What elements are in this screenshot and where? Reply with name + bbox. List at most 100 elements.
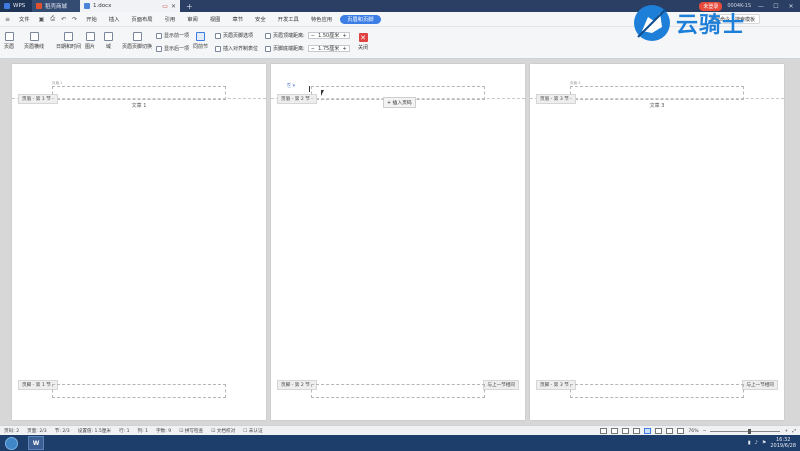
same-as-previous-button[interactable]: 同前节 — [193, 32, 208, 50]
window-close-icon[interactable]: ✕ — [786, 3, 796, 10]
status-section: 节: 2/3 — [54, 428, 70, 434]
menu-hamburger-icon[interactable]: ≡ — [2, 16, 13, 23]
menu-special[interactable]: 特色应用 — [305, 12, 338, 27]
switch-label: 页眉页脚切换 — [122, 44, 153, 50]
fullscreen-icon[interactable]: ⤢ — [792, 428, 796, 434]
tray-volume-icon[interactable]: ♪ — [755, 440, 758, 446]
footer-bottom-distance: 页脚底端距离: − 1.75厘米 + — [265, 45, 350, 52]
switch-header-footer-button[interactable]: 页眉页脚切换 — [122, 32, 152, 50]
certification-button[interactable]: ☐ 未认证 — [243, 428, 262, 434]
header-line-label: 页眉横线 — [24, 44, 45, 50]
menu-file[interactable]: 文件 — [13, 12, 36, 27]
show-previous-button[interactable]: 显示前一项 — [156, 32, 189, 39]
start-button-icon[interactable] — [5, 436, 18, 450]
tab-wps[interactable]: WPS — [0, 0, 32, 12]
page-1[interactable]: 页眉-1 页眉 - 第 1 节 - 文章 1 页脚 - 第 1 节 - — [12, 64, 266, 420]
spin-plus-icon[interactable]: + — [342, 33, 346, 39]
menu-review[interactable]: 审阅 — [181, 12, 204, 27]
zoom-slider[interactable] — [710, 428, 781, 434]
taskbar-wps-button[interactable]: W — [28, 436, 44, 450]
status-word-count[interactable]: 字数: 9 — [156, 428, 171, 434]
view-read-icon[interactable] — [666, 428, 674, 434]
tab-close-icon[interactable]: ✕ — [171, 3, 176, 10]
show-next-label: 显示后一项 — [164, 46, 190, 52]
view-web-icon[interactable] — [655, 428, 663, 434]
menu-view[interactable]: 视图 — [204, 12, 227, 27]
field-button[interactable]: 域 — [104, 32, 113, 50]
close-icon: ✕ — [358, 33, 368, 42]
picture-button[interactable]: 图片 — [85, 32, 95, 50]
tab-document-label: 1.docx — [93, 3, 112, 9]
spin-minus-icon[interactable]: − — [311, 33, 315, 39]
header-icon — [4, 32, 14, 41]
doc-proofread-button[interactable]: ☑ 文档校对 — [211, 428, 235, 434]
quick-print-icon[interactable]: ⎙ — [47, 15, 58, 23]
header-text: 文章 3 — [649, 103, 665, 109]
header-top-input[interactable]: − 1.50厘米 + — [307, 32, 350, 39]
quick-redo-icon[interactable]: ↷ — [69, 16, 80, 23]
footer-area[interactable] — [52, 384, 226, 398]
same-as-previous-tag: 与上一节相同 — [742, 380, 778, 390]
picture-icon — [85, 32, 95, 41]
spin-minus-icon[interactable]: − — [311, 46, 315, 52]
zoom-level[interactable]: 76% — [688, 429, 698, 434]
certification-label: 未认证 — [248, 428, 263, 434]
menu-insert[interactable]: 插入 — [103, 12, 126, 27]
view-focus-icon[interactable] — [633, 428, 641, 434]
view-eye-icon[interactable] — [600, 428, 608, 434]
zoom-in-icon[interactable]: + — [784, 429, 788, 434]
spin-plus-icon[interactable]: + — [342, 46, 346, 52]
show-next-button[interactable]: 显示后一项 — [156, 45, 189, 52]
tab-wps-label: WPS — [13, 3, 26, 9]
hf-options-label: 页眉页脚选项 — [223, 33, 254, 39]
same-as-previous-tag: 与上一节相同 — [483, 380, 519, 390]
calendar-icon — [64, 32, 73, 41]
close-header-footer-button[interactable]: ✕ 关闭 — [358, 33, 368, 51]
date-time-label: 日期和时间 — [56, 44, 82, 50]
tab-restore-icon[interactable]: ▭ — [162, 3, 168, 10]
status-set-value: 设置值: 1.5厘米 — [77, 428, 112, 434]
tray-network-icon[interactable]: ▮ — [748, 440, 751, 446]
menu-security[interactable]: 安全 — [249, 12, 272, 27]
text-cursor — [309, 86, 310, 92]
quick-undo-icon[interactable]: ↶ — [58, 16, 69, 23]
view-pen-icon[interactable] — [622, 428, 630, 434]
header-line-button[interactable]: 页眉横线 — [24, 32, 44, 50]
menu-section[interactable]: 章节 — [226, 12, 249, 27]
footer-bottom-input[interactable]: − 1.75厘米 + — [307, 45, 350, 52]
document-area[interactable]: 页眉-1 页眉 - 第 1 节 - 文章 1 页脚 - 第 1 节 - ⎘ ▾ … — [0, 60, 800, 425]
footer-area[interactable] — [570, 384, 744, 398]
menu-developer[interactable]: 开发工具 — [272, 12, 305, 27]
insert-page-number-button[interactable]: + 插入页码 — [383, 97, 416, 108]
quick-save-icon[interactable]: ▣ — [36, 16, 48, 23]
status-pages: 页面: 2/3 — [27, 428, 47, 434]
zoom-out-icon[interactable]: − — [703, 429, 707, 434]
view-globe-icon[interactable] — [677, 428, 685, 434]
view-outline-icon[interactable] — [611, 428, 619, 434]
menu-header-footer[interactable]: 页眉和页脚 — [340, 14, 381, 24]
spell-check-button[interactable]: ☑ 拼写检查 — [179, 428, 203, 434]
page-2[interactable]: ⎘ ▾ 页眉 - 第 2 节 - + 插入页码 页脚 - 第 2 节 - 与上一… — [271, 64, 525, 420]
view-page-icon[interactable] — [644, 428, 652, 434]
footer-area[interactable] — [311, 384, 485, 398]
tab-docer-store[interactable]: 稻壳商城 — [32, 0, 80, 12]
logo-text: 云骑士 — [676, 12, 746, 38]
new-tab-button[interactable]: + — [180, 0, 199, 12]
docer-icon — [36, 3, 42, 9]
show-previous-label: 显示前一项 — [164, 33, 190, 39]
status-page-number[interactable]: 页码: 2 — [4, 428, 19, 434]
menu-references[interactable]: 引用 — [159, 12, 182, 27]
page-3[interactable]: 页眉-3 页眉 - 第 3 节 - 文章 3 页脚 - 第 3 节 - 与上一节… — [530, 64, 784, 420]
clock[interactable]: 16:32 2019/6/28 — [770, 437, 796, 449]
header-button[interactable]: 页眉 — [4, 32, 14, 50]
insert-align-tab-button[interactable]: 插入对齐制表位 — [215, 45, 258, 52]
hf-options-button[interactable]: 页眉页脚选项 — [215, 32, 253, 39]
menu-home[interactable]: 开始 — [80, 12, 103, 27]
tray-flag-icon[interactable]: ⚑ — [762, 440, 766, 446]
tab-document[interactable]: 1.docx ▭ ✕ — [80, 0, 180, 12]
menu-page-layout[interactable]: 页面布局 — [125, 12, 158, 27]
zoom-slider-thumb[interactable] — [747, 428, 751, 434]
header-distance-icon — [265, 32, 271, 39]
header-options-icon[interactable]: ⎘ ▾ — [287, 83, 295, 89]
date-time-button[interactable]: 日期和时间 — [56, 32, 81, 50]
